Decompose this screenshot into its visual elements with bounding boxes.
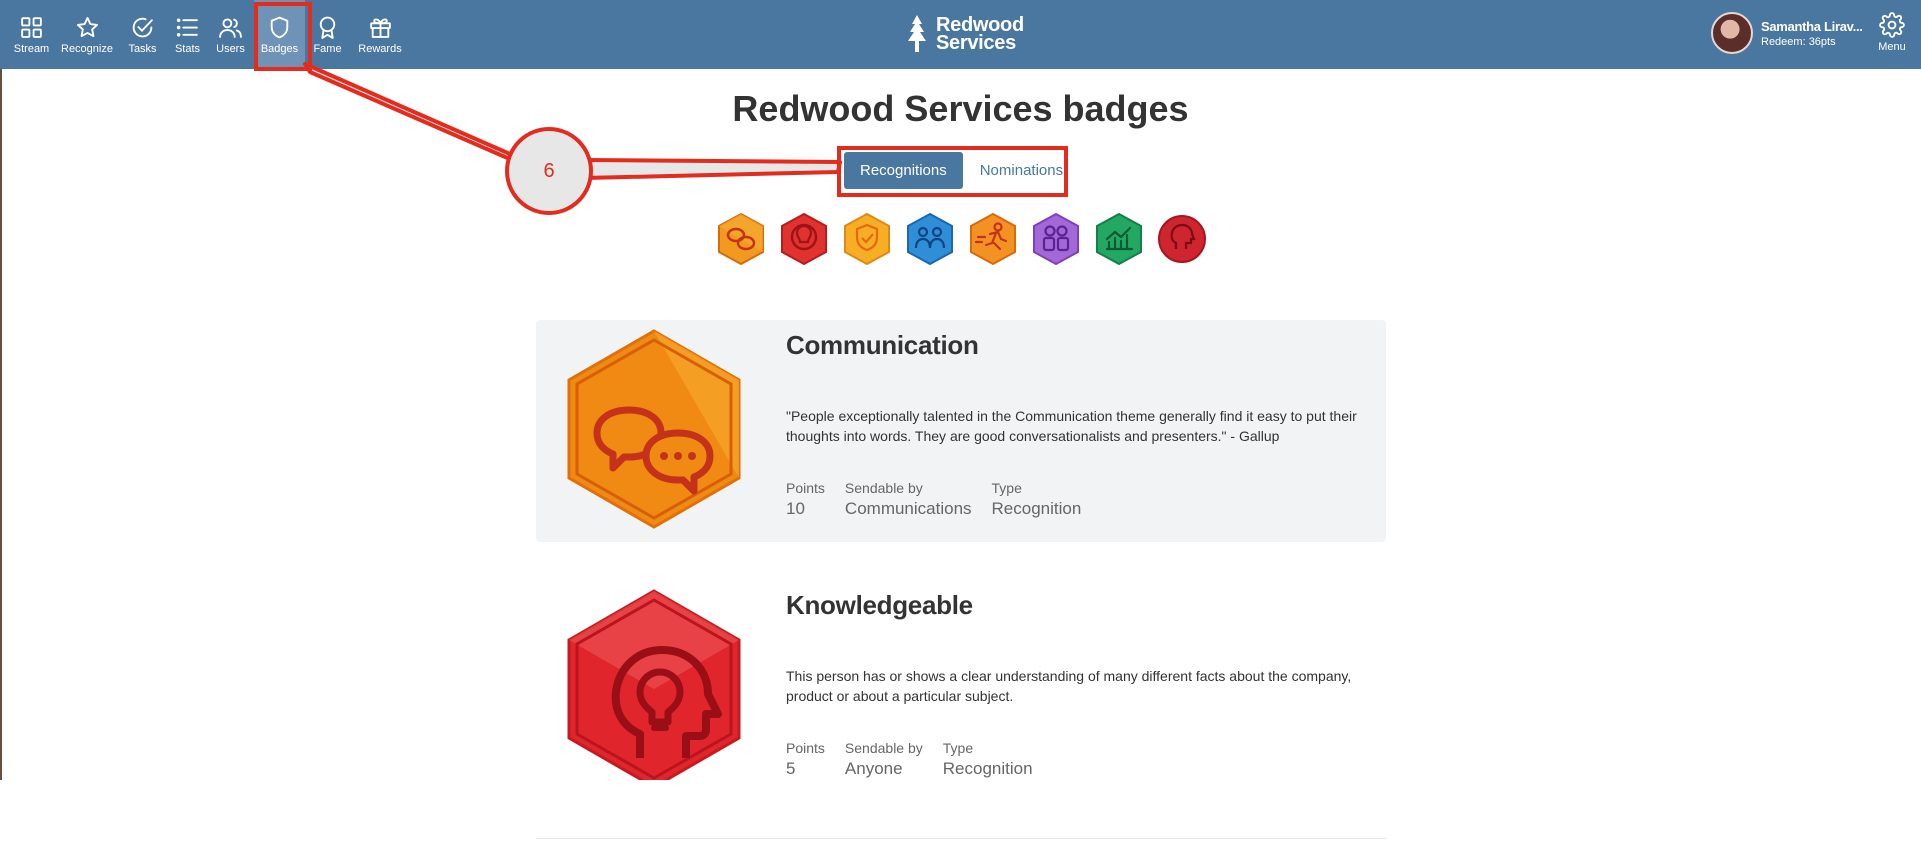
badge-title: Communication: [786, 330, 979, 360]
nav-label: Recognize: [61, 42, 113, 55]
badge-meta: Points 10 Sendable by Communications Typ…: [786, 480, 1101, 519]
nav-tasks[interactable]: Tasks: [117, 0, 168, 69]
badge-sendable-by: Sendable by Communications: [845, 480, 972, 519]
gift-icon: [369, 17, 391, 38]
meta-value: Communications: [844, 499, 972, 518]
user-profile[interactable]: Samantha Lirav... Redeem: 36pts: [1711, 12, 1863, 54]
badge-points: Points 10: [786, 480, 825, 519]
nav-label: Fame: [313, 42, 342, 55]
meta-value: Anyone: [844, 759, 903, 778]
user-points: Redeem: 36pts: [1761, 35, 1836, 48]
meta-value: 5: [786, 759, 796, 778]
growth-badge-icon[interactable]: [1094, 212, 1144, 266]
meta-value: Recognition: [991, 499, 1082, 518]
ribbon-icon: [319, 16, 336, 39]
highlight-tabs: [837, 146, 1068, 197]
brand-name: Redwood Services: [936, 15, 1024, 54]
leadership-badge-icon[interactable]: [1157, 212, 1207, 266]
meta-label: Type: [991, 480, 1022, 496]
nav-label: Stream: [13, 42, 50, 55]
meta-label: Type: [942, 740, 974, 756]
badge-description: This person has or shows a clear underst…: [786, 668, 1352, 704]
nav-label: Tasks: [128, 42, 157, 55]
brand-logo[interactable]: Redwood Services: [904, 14, 1024, 54]
meta-label: Sendable by: [844, 480, 923, 496]
avatar[interactable]: [1711, 12, 1753, 54]
brand-line-2: Services: [936, 32, 1016, 54]
star-icon: [76, 16, 98, 37]
grid-icon: [21, 16, 42, 38]
meta-label: Points: [786, 740, 825, 756]
list-icon: [176, 17, 198, 37]
card-divider: [536, 838, 1386, 839]
badge-meta: Points 5 Sendable by Anyone Type Recogni…: [786, 740, 1053, 779]
teamwork-badge-icon[interactable]: [905, 212, 955, 266]
users-icon: [219, 17, 242, 38]
nav-label: Rewards: [358, 42, 402, 55]
shield-check-badge-icon[interactable]: [842, 212, 892, 266]
badge-card-communication[interactable]: Communication "People exceptionally tale…: [536, 320, 1386, 542]
nav-label: Stats: [174, 42, 201, 55]
badge-points: Points 5: [786, 740, 825, 779]
badge-strip: [716, 212, 1220, 266]
menu-button[interactable]: Menu: [1870, 12, 1914, 53]
badge-title: Knowledgeable: [786, 590, 973, 620]
badge-description: "People exceptionally talented in the Co…: [786, 408, 1357, 444]
nav-label: Users: [216, 42, 245, 55]
gear-icon: [1879, 12, 1905, 38]
nav-rewards[interactable]: Rewards: [350, 0, 410, 69]
nav-stats[interactable]: Stats: [168, 0, 207, 69]
go-getter-badge-icon[interactable]: [968, 212, 1018, 266]
menu-label: Menu: [1878, 41, 1906, 53]
badge-type: Type Recognition: [943, 740, 1033, 779]
annotation-step-number: 6: [543, 160, 555, 182]
page-title: Redwood Services badges: [732, 88, 1189, 129]
communication-badge-icon[interactable]: [716, 212, 766, 266]
viewport-bottom: [0, 780, 1921, 842]
nav-recognize[interactable]: Recognize: [57, 0, 117, 69]
communication-badge-icon: [567, 329, 741, 529]
mentorship-badge-icon[interactable]: [1031, 212, 1081, 266]
user-info: Samantha Lirav... Redeem: 36pts: [1761, 19, 1863, 48]
knowledgeable-badge-icon[interactable]: [779, 212, 829, 266]
nav-stream[interactable]: Stream: [6, 0, 57, 69]
user-name: Samantha Lirav...: [1761, 18, 1863, 34]
badge-sendable-by: Sendable by Anyone: [845, 740, 923, 779]
main-nav: Stream Recognize Tasks Stats Users Badge…: [6, 0, 410, 69]
badge-card-knowledgeable[interactable]: Knowledgeable This person has or shows a…: [536, 580, 1386, 802]
tree-logo: [908, 15, 926, 52]
meta-label: Points: [786, 480, 825, 496]
meta-value: 10: [786, 499, 805, 518]
meta-label: Sendable by: [844, 740, 923, 756]
highlight-badges-nav: [254, 2, 312, 71]
window-edge: [0, 69, 2, 780]
meta-value: Recognition: [942, 759, 1033, 778]
nav-users[interactable]: Users: [207, 0, 254, 69]
check-circle-icon: [132, 17, 153, 37]
knowledgeable-badge-icon: [567, 589, 741, 789]
badge-type: Type Recognition: [992, 480, 1082, 519]
